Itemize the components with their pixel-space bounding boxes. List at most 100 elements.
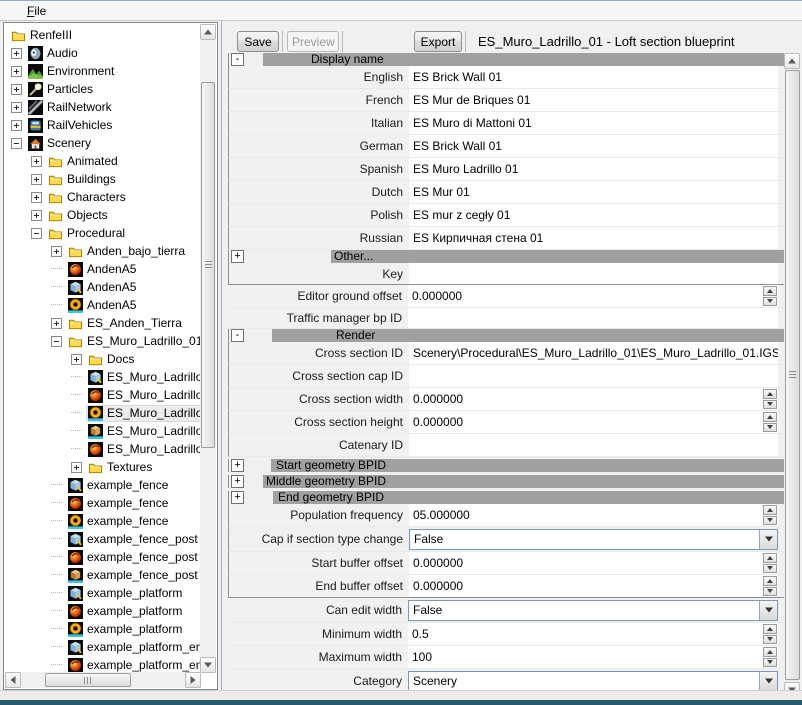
property-value-field[interactable]: ES Muro Ladrillo 01 [409, 158, 778, 180]
spinner-down-button[interactable] [763, 658, 777, 668]
property-value-field[interactable] [409, 434, 778, 456]
tree-item-es-anden-tierra[interactable]: ES_Anden_Tierra [5, 314, 201, 332]
property-value-field[interactable] [409, 263, 778, 284]
collapse-icon[interactable] [11, 138, 22, 149]
tree-item-example-fence-post[interactable]: example_fence_post [5, 566, 201, 584]
tree-item-docs[interactable]: Docs [5, 350, 201, 368]
spinner-up-button[interactable] [763, 389, 777, 399]
tree-item-particles[interactable]: Particles [5, 80, 201, 98]
property-value-field[interactable]: 100 [408, 646, 778, 668]
menu-file[interactable]: File [20, 2, 53, 20]
property-value-dropdown[interactable]: False [408, 600, 778, 621]
tree-item-objects[interactable]: Objects [5, 206, 201, 224]
property-value-field[interactable]: 0.000000 [409, 575, 778, 597]
spinner-up-button[interactable] [763, 576, 777, 586]
dropdown-arrow-button[interactable] [759, 530, 777, 549]
tree-item-railvehicles[interactable]: RailVehicles [5, 116, 201, 134]
dropdown-arrow-button[interactable] [759, 672, 777, 691]
tree-item-animated[interactable]: Animated [5, 152, 201, 170]
tree-item-example-platform[interactable]: example_platform [5, 584, 201, 602]
expand-icon[interactable] [31, 192, 42, 203]
expand-section-button[interactable]: + [231, 475, 244, 488]
tree-item-example-fence-post[interactable]: example_fence_post [5, 530, 201, 548]
spinner-down-button[interactable] [763, 516, 777, 526]
expand-section-button[interactable]: + [231, 459, 244, 472]
expand-section-button[interactable]: + [231, 491, 244, 504]
expand-icon[interactable] [51, 318, 62, 329]
spinner-down-button[interactable] [763, 564, 777, 574]
preview-button[interactable]: Preview [287, 31, 339, 52]
expand-icon[interactable] [31, 174, 42, 185]
expand-section-button[interactable]: + [231, 250, 244, 263]
tree-vertical-scrollbar[interactable] [200, 24, 216, 673]
tree-item-andena5[interactable]: AndenA5 [5, 278, 201, 296]
spinner-up-button[interactable] [763, 412, 777, 422]
expand-icon[interactable] [11, 48, 22, 59]
property-value-dropdown[interactable]: False [409, 529, 778, 550]
tree-item-textures[interactable]: Textures [5, 458, 201, 476]
tree-item-example-fence-post[interactable]: example_fence_post [5, 548, 201, 566]
tree-item-es-muro-ladrillo-0[interactable]: ES_Muro_Ladrillo_0 [5, 368, 201, 386]
expand-icon[interactable] [11, 66, 22, 77]
tree-item-example-fence[interactable]: example_fence [5, 494, 201, 512]
tree-item-andena5[interactable]: AndenA5 [5, 296, 201, 314]
tree-item-scenery[interactable]: Scenery [5, 134, 201, 152]
tree-item-example-platform-end[interactable]: example_platform_end [5, 656, 201, 673]
expand-icon[interactable] [71, 354, 82, 365]
collapse-icon[interactable] [31, 228, 42, 239]
spinner-up-button[interactable] [763, 647, 777, 657]
expand-icon[interactable] [11, 84, 22, 95]
expand-icon[interactable] [11, 120, 22, 131]
property-value-field[interactable]: ES Кирпичная стена 01 [409, 227, 778, 249]
tree-item-es-muro-ladrillo-01[interactable]: ES_Muro_Ladrillo_01 [5, 332, 201, 350]
tree-item-environment[interactable]: Environment [5, 62, 201, 80]
spinner-up-button[interactable] [763, 553, 777, 563]
spinner-down-button[interactable] [763, 423, 777, 433]
property-value-field[interactable]: 0.5 [408, 623, 778, 645]
property-value-field[interactable]: Scenery\Procedural\ES_Muro_Ladrillo_01\E… [409, 342, 778, 364]
tree-item-es-muro-ladrillo-0[interactable]: ES_Muro_Ladrillo_0 [5, 422, 201, 440]
spinner-up-button[interactable] [763, 624, 777, 634]
property-value-field[interactable]: 0.000000 [408, 285, 778, 307]
property-value-field[interactable]: 05.000000 [409, 504, 778, 526]
expand-icon[interactable] [51, 246, 62, 257]
spinner-down-button[interactable] [763, 587, 777, 597]
tree-item-anden-bajo-tierra[interactable]: Anden_bajo_tierra [5, 242, 201, 260]
tree-item-example-platform[interactable]: example_platform [5, 602, 201, 620]
tree-item-example-fence[interactable]: example_fence [5, 476, 201, 494]
tree-item-example-platform-end[interactable]: example_platform_end [5, 638, 201, 656]
property-value-field[interactable] [408, 308, 778, 328]
tree-item-railnetwork[interactable]: RailNetwork [5, 98, 201, 116]
property-value-field[interactable]: ES mur z cegły 01 [409, 204, 778, 226]
property-value-field[interactable]: ES Brick Wall 01 [409, 135, 778, 157]
scroll-left-button[interactable] [5, 672, 21, 688]
spinner-down-button[interactable] [763, 400, 777, 410]
property-value-field[interactable]: ES Muro di Mattoni 01 [409, 112, 778, 134]
scroll-up-button[interactable] [784, 53, 800, 69]
save-button[interactable]: Save [237, 31, 279, 52]
tree-item-andena5[interactable]: AndenA5 [5, 260, 201, 278]
tree-item-es-muro-ladrillo-0[interactable]: ES_Muro_Ladrillo_0 [5, 404, 201, 422]
tree-vscroll-thumb[interactable] [201, 82, 215, 448]
tree-item-procedural[interactable]: Procedural [5, 224, 201, 242]
property-value-field[interactable] [409, 365, 778, 387]
collapse-icon[interactable] [51, 336, 62, 347]
spinner-down-button[interactable] [763, 297, 777, 307]
tree-item-audio[interactable]: Audio [5, 44, 201, 62]
scroll-up-button[interactable] [200, 24, 216, 40]
expand-icon[interactable] [11, 102, 22, 113]
property-value-field[interactable]: ES Mur 01 [409, 181, 778, 203]
tree-item-characters[interactable]: Characters [5, 188, 201, 206]
tree-item-example-fence[interactable]: example_fence [5, 512, 201, 530]
tree-hscroll-thumb[interactable] [45, 673, 131, 687]
tree-item-es-muro-ladrillo-0[interactable]: ES_Muro_Ladrillo_0 [5, 440, 201, 458]
scroll-down-button[interactable] [200, 657, 216, 673]
tree-horizontal-scrollbar[interactable] [5, 672, 201, 688]
property-value-field[interactable]: 0.000000 [409, 552, 778, 574]
property-value-field[interactable]: ES Mur de Briques 01 [409, 89, 778, 111]
property-value-dropdown[interactable]: Scenery [408, 671, 778, 692]
property-value-field[interactable]: ES Brick Wall 01 [409, 66, 778, 88]
spinner-up-button[interactable] [763, 286, 777, 296]
properties-vscroll-thumb[interactable] [785, 70, 800, 680]
expand-icon[interactable] [71, 462, 82, 473]
